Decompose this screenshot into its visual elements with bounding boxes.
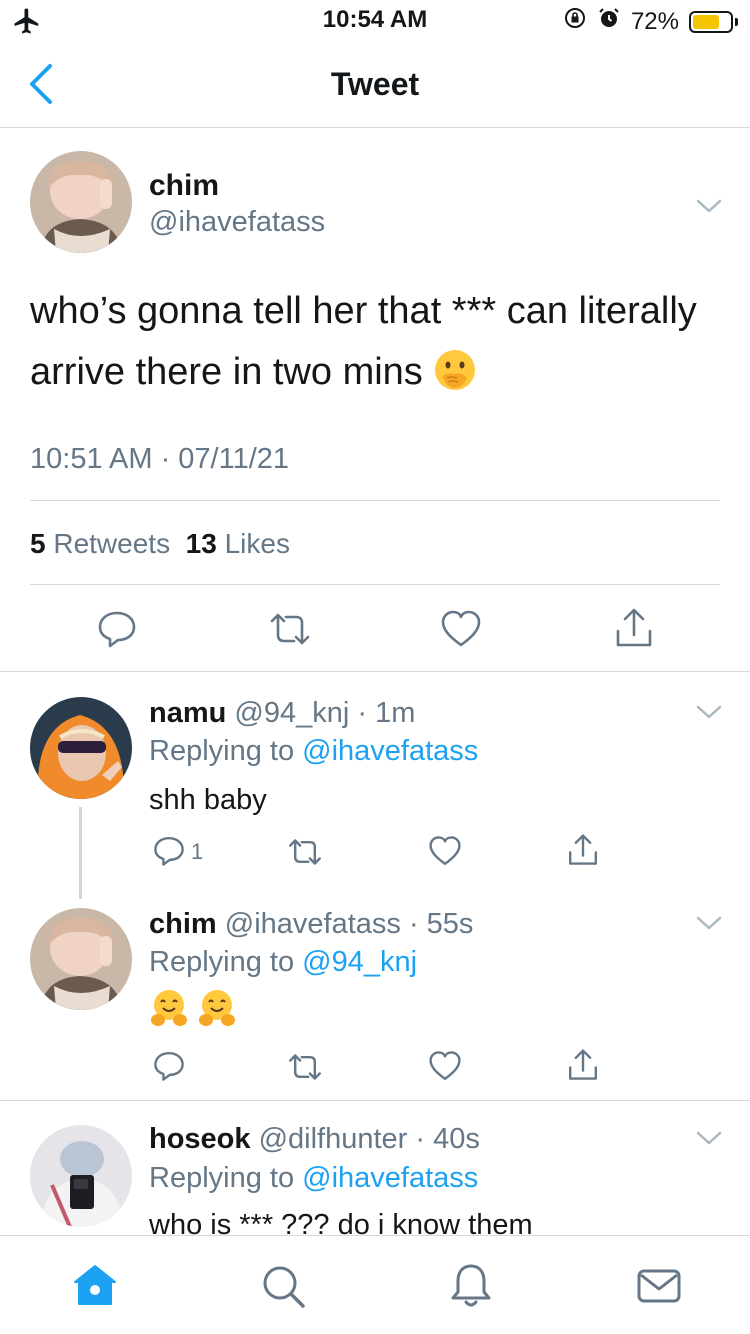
tab-bar xyxy=(0,1235,750,1334)
chevron-down-icon[interactable] xyxy=(695,703,723,721)
reply-time: 55s xyxy=(426,908,474,940)
author-handle[interactable]: @ihavefatass xyxy=(225,908,401,940)
reply-header: hoseok @dilfhunter · 40s xyxy=(149,1123,480,1156)
tweet-text-content: who’s gonna tell her that *** can litera… xyxy=(30,290,697,393)
hugging-face-icon xyxy=(151,990,187,1026)
retweet-icon[interactable] xyxy=(287,837,323,867)
main-tweet: chim @ihavefatass who’s gonna tell her t… xyxy=(0,129,750,672)
tweet-timestamp: 10:51 AM · 07/11/21 xyxy=(30,443,290,475)
like-icon[interactable] xyxy=(440,609,482,649)
author-handle[interactable]: @94_knj xyxy=(234,697,349,729)
author-name[interactable]: namu xyxy=(149,697,226,729)
reply-text: shh baby xyxy=(149,784,267,816)
separator-dot: · xyxy=(400,908,427,940)
share-icon[interactable] xyxy=(614,607,654,649)
separator-dot: · xyxy=(349,697,376,729)
reply-emojis xyxy=(149,988,237,1036)
author-name[interactable]: chim xyxy=(149,169,219,203)
reply-icon[interactable] xyxy=(153,1050,185,1082)
page-title: Tweet xyxy=(330,66,420,102)
chevron-down-icon[interactable] xyxy=(695,197,723,215)
reply-tweet[interactable]: chim @ihavefatass · 55s Replying to @94_… xyxy=(0,886,750,1100)
replying-to: Replying to @94_knj xyxy=(149,946,417,979)
reply-header: chim @ihavefatass · 55s xyxy=(149,908,473,941)
replying-to-link[interactable]: @ihavefatass xyxy=(302,735,478,767)
share-icon[interactable] xyxy=(567,833,599,867)
reply-count: 1 xyxy=(191,839,204,864)
replying-prefix: Replying to xyxy=(149,1162,295,1194)
reply-time: 40s xyxy=(433,1123,480,1155)
tweet-stats: 5 Retweets 13 Likes xyxy=(30,528,290,560)
reply-icon[interactable] xyxy=(153,835,185,867)
replying-prefix: Replying to xyxy=(149,735,295,767)
messages-icon[interactable] xyxy=(635,1262,683,1310)
battery-fill xyxy=(693,14,719,29)
notifications-icon[interactable] xyxy=(447,1262,495,1310)
divider xyxy=(30,500,720,501)
share-icon[interactable] xyxy=(567,1048,599,1082)
author-name[interactable]: chim xyxy=(149,908,217,940)
tweet-text: who’s gonna tell her that *** can litera… xyxy=(30,281,720,403)
tweet-actions xyxy=(0,605,750,655)
chevron-down-icon[interactable] xyxy=(695,1129,723,1147)
face-with-hand-over-mouth-icon xyxy=(435,350,476,390)
retweet-icon[interactable] xyxy=(287,1052,323,1082)
reply-actions xyxy=(0,1048,750,1088)
battery-percent: 72% xyxy=(630,7,679,35)
chevron-down-icon[interactable] xyxy=(695,914,723,932)
replying-to-link[interactable]: @94_knj xyxy=(302,946,417,978)
retweets-count[interactable]: 5 xyxy=(30,528,46,559)
reply-text: who is *** ??? do i know them xyxy=(149,1209,533,1235)
home-icon[interactable] xyxy=(71,1262,119,1310)
status-right: 72% xyxy=(563,6,738,37)
reply-time: 1m xyxy=(375,697,416,729)
retweets-label[interactable]: Retweets xyxy=(53,528,170,559)
avatar[interactable] xyxy=(30,697,132,799)
replying-to-link[interactable]: @ihavefatass xyxy=(302,1162,478,1194)
status-bar: 10:54 AM 72% xyxy=(0,0,750,40)
author-name[interactable]: hoseok xyxy=(149,1123,251,1155)
battery-icon xyxy=(689,10,738,33)
hugging-face-icon xyxy=(199,990,236,1026)
reply-tweet[interactable]: hoseok @dilfhunter · 40s Replying to @ih… xyxy=(0,1101,750,1235)
avatar[interactable] xyxy=(30,908,132,1010)
reply-tweet[interactable]: namu @94_knj · 1m Replying to @ihavefata… xyxy=(0,673,750,899)
replying-to: Replying to @ihavefatass xyxy=(149,735,478,768)
author-handle[interactable]: @dilfhunter xyxy=(259,1123,408,1155)
separator-dot: · xyxy=(407,1123,434,1155)
avatar[interactable] xyxy=(30,151,132,253)
likes-label[interactable]: Likes xyxy=(225,528,290,559)
retweet-icon[interactable] xyxy=(268,611,312,647)
likes-count[interactable]: 13 xyxy=(186,528,217,559)
like-icon[interactable] xyxy=(428,835,462,867)
nav-header: Tweet xyxy=(0,40,750,128)
replying-prefix: Replying to xyxy=(149,946,295,978)
reply-header: namu @94_knj · 1m xyxy=(149,697,415,730)
like-icon[interactable] xyxy=(428,1050,462,1082)
reply-icon[interactable] xyxy=(97,609,137,649)
search-icon[interactable] xyxy=(259,1262,307,1310)
replying-to: Replying to @ihavefatass xyxy=(149,1162,478,1195)
reply-actions: 1 xyxy=(0,833,750,873)
alarm-icon xyxy=(597,6,621,37)
author-handle[interactable]: @ihavefatass xyxy=(149,206,325,239)
divider xyxy=(30,584,720,585)
orientation-lock-icon xyxy=(563,6,587,37)
avatar[interactable] xyxy=(30,1125,132,1227)
